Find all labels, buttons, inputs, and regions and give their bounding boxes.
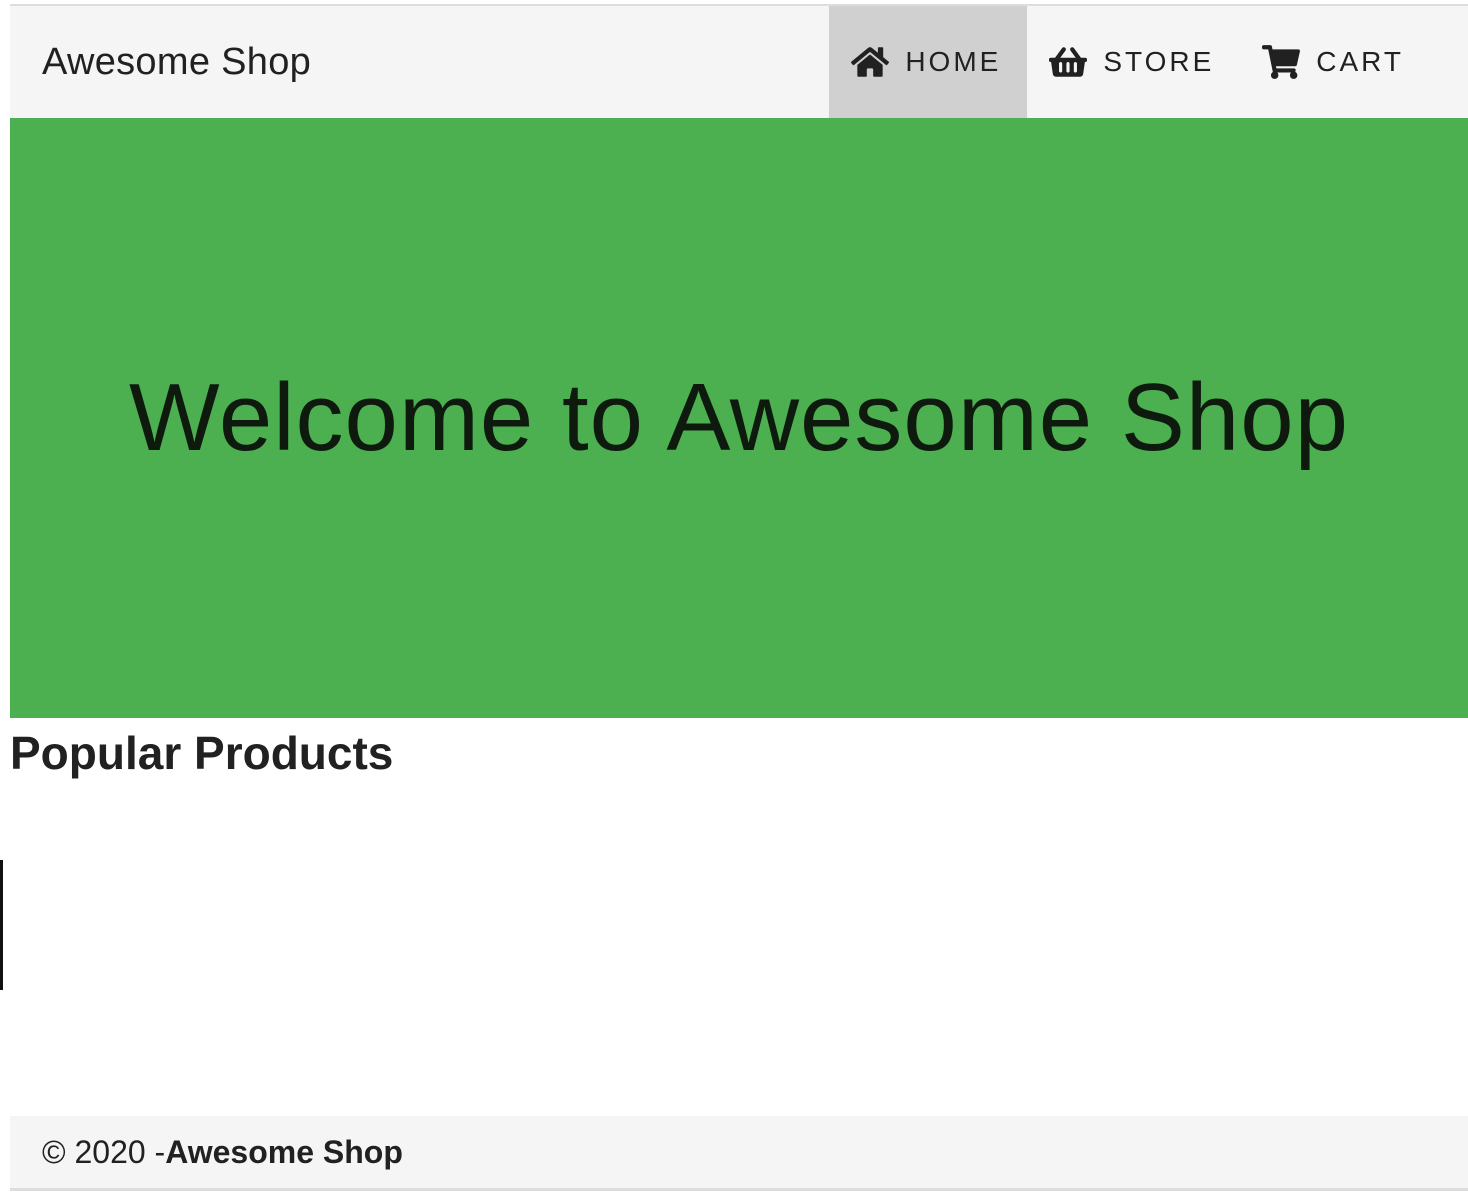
- footer-brand: Awesome Shop: [165, 1133, 403, 1170]
- footer-copyright: © 2020 -: [42, 1133, 166, 1170]
- navbar: Awesome Shop HOME STORE CART: [10, 6, 1468, 118]
- nav-links: HOME STORE CART: [829, 6, 1430, 118]
- edge-marker: [0, 860, 3, 990]
- nav-home[interactable]: HOME: [829, 6, 1028, 118]
- cart-icon: [1262, 45, 1301, 79]
- basket-icon: [1049, 47, 1088, 77]
- nav-cart-label: CART: [1316, 46, 1404, 77]
- footer: © 2020 - Awesome Shop: [10, 1116, 1468, 1188]
- nav-cart[interactable]: CART: [1240, 6, 1430, 118]
- nav-home-label: HOME: [905, 46, 1002, 77]
- page: Awesome Shop HOME STORE CART Welcome to …: [0, 0, 1468, 1198]
- bottom-border: [10, 1188, 1468, 1191]
- nav-store-label: STORE: [1103, 46, 1215, 77]
- nav-store[interactable]: STORE: [1027, 6, 1240, 118]
- hero-title: Welcome to Awesome Shop: [128, 364, 1350, 471]
- left-edge: [0, 0, 10, 1198]
- brand-link[interactable]: Awesome Shop: [42, 6, 311, 118]
- hero-banner: Welcome to Awesome Shop: [10, 118, 1468, 718]
- home-icon: [851, 47, 890, 77]
- section-title: Popular Products: [10, 727, 394, 779]
